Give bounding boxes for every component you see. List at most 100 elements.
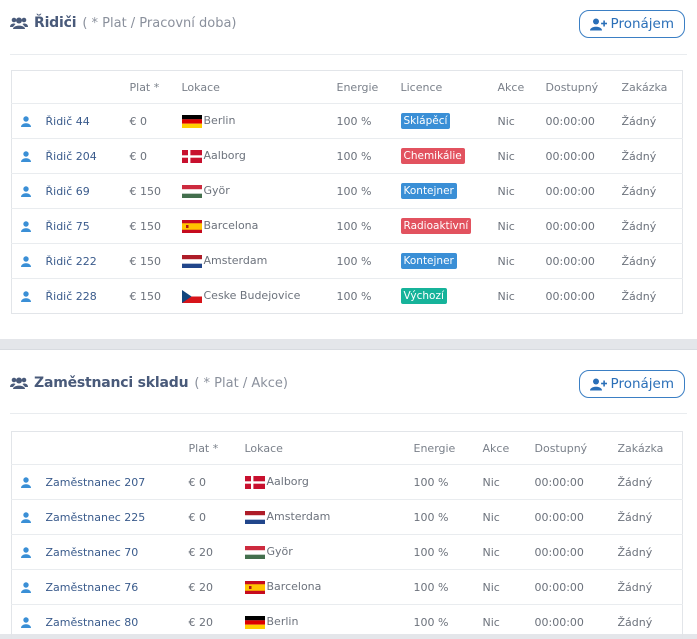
location-label: Berlin: [267, 615, 299, 628]
user-icon-cell: [12, 605, 46, 639]
de-flag-icon: [245, 616, 265, 629]
available-cell: 00:00:00: [535, 535, 618, 570]
de-flag-icon: [182, 115, 202, 128]
salary-cell: € 20: [189, 570, 245, 605]
employee-name-link[interactable]: Zaměstnanec 76: [46, 570, 189, 605]
user-icon: [21, 186, 31, 197]
energy-cell: 100 %: [337, 104, 401, 139]
employee-name-link[interactable]: Zaměstnanec 80: [46, 605, 189, 639]
hire-label: Pronájem: [611, 376, 674, 392]
table-row: Řidič 44€ 0Berlin100 %SklápěcíNic00:00:0…: [12, 104, 683, 139]
user-icon: [21, 582, 31, 593]
divider: [10, 54, 687, 55]
license-badge: Radioaktivní: [401, 218, 472, 234]
warehouse-header: Zaměstnanci skladu ( * Plat / Akce): [10, 371, 288, 395]
col-icon: [12, 71, 46, 104]
users-icon: [10, 16, 28, 30]
available-cell: 00:00:00: [546, 279, 622, 314]
salary-cell: € 0: [130, 104, 182, 139]
energy-cell: 100 %: [337, 174, 401, 209]
order-cell: Žádný: [622, 209, 683, 244]
hu-flag-icon: [182, 185, 202, 198]
table-row: Zaměstnanec 76€ 20 Barcelona 100 %Nic00:00…: [12, 570, 683, 605]
action-cell: Nic: [483, 500, 535, 535]
hire-warehouse-button[interactable]: Pronájem: [579, 370, 685, 398]
col-salary: Plat *: [189, 432, 245, 465]
drivers-header: Řidiči ( * Plat / Pracovní doba): [10, 11, 237, 35]
col-energy: Energie: [414, 432, 483, 465]
table-row: Řidič 228€ 150Ceske Budejovice100 %Výcho…: [12, 279, 683, 314]
location-label: Barcelona: [267, 580, 322, 593]
user-icon-cell: [12, 244, 46, 279]
table-header-row: Plat * Lokace Energie Licence Akce Dostu…: [12, 71, 683, 104]
employee-name-link[interactable]: Zaměstnanec 70: [46, 535, 189, 570]
user-icon: [21, 256, 31, 267]
user-icon-cell: [12, 500, 46, 535]
user-icon: [21, 547, 31, 558]
hu-flag-icon: [245, 546, 265, 559]
col-location: Lokace: [182, 71, 337, 104]
energy-cell: 100 %: [414, 465, 483, 500]
drivers-panel: Řidiči ( * Plat / Pracovní doba) Pronáje…: [0, 0, 697, 339]
location-cell: Aalborg: [245, 465, 414, 500]
salary-cell: € 0: [130, 139, 182, 174]
location-cell: Barcelona: [182, 209, 337, 244]
user-icon-cell: [12, 279, 46, 314]
user-icon: [21, 116, 31, 127]
user-icon-cell: [12, 570, 46, 605]
license-cell: Kontejner: [401, 174, 498, 209]
dk-flag-icon: [182, 150, 202, 163]
energy-cell: 100 %: [414, 605, 483, 639]
energy-cell: 100 %: [337, 244, 401, 279]
available-cell: 00:00:00: [546, 244, 622, 279]
license-badge: Kontejner: [401, 253, 457, 269]
energy-cell: 100 %: [337, 139, 401, 174]
order-cell: Žádný: [622, 104, 683, 139]
available-cell: 00:00:00: [535, 500, 618, 535]
employee-name-link[interactable]: Zaměstnanec 207: [46, 465, 189, 500]
energy-cell: 100 %: [414, 535, 483, 570]
user-icon-cell: [12, 174, 46, 209]
action-cell: Nic: [498, 279, 546, 314]
table-row: Řidič 222€ 150Amsterdam100 %KontejnerNic…: [12, 244, 683, 279]
order-cell: Žádný: [618, 605, 683, 639]
employee-name-link[interactable]: Řidič 228: [46, 279, 130, 314]
col-name: [46, 432, 189, 465]
employee-name-link[interactable]: Zaměstnanec 225: [46, 500, 189, 535]
location-cell: Aalborg: [182, 139, 337, 174]
salary-cell: € 20: [189, 535, 245, 570]
license-cell: Kontejner: [401, 244, 498, 279]
action-cell: Nic: [483, 570, 535, 605]
hire-drivers-button[interactable]: Pronájem: [579, 10, 685, 38]
salary-cell: € 0: [189, 465, 245, 500]
user-plus-icon: [590, 18, 607, 31]
energy-cell: 100 %: [337, 209, 401, 244]
table-row: Zaměstnanec 70€ 20Györ100 %Nic00:00:00Žá…: [12, 535, 683, 570]
order-cell: Žádný: [618, 570, 683, 605]
employee-name-link[interactable]: Řidič 44: [46, 104, 130, 139]
license-badge: Chemikálie: [401, 148, 465, 164]
table-header-row: Plat * Lokace Energie Akce Dostupný Zaká…: [12, 432, 683, 465]
employee-name-link[interactable]: Řidič 204: [46, 139, 130, 174]
license-badge: Sklápěcí: [401, 113, 451, 129]
salary-cell: € 150: [130, 244, 182, 279]
order-cell: Žádný: [622, 244, 683, 279]
energy-cell: 100 %: [414, 500, 483, 535]
nl-flag-icon: [245, 511, 265, 524]
salary-cell: € 150: [130, 209, 182, 244]
employee-name-link[interactable]: Řidič 69: [46, 174, 130, 209]
employee-name-link[interactable]: Řidič 75: [46, 209, 130, 244]
salary-cell: € 0: [189, 500, 245, 535]
user-icon: [21, 617, 31, 628]
user-icon: [21, 221, 31, 232]
user-icon: [21, 291, 31, 302]
energy-cell: 100 %: [414, 570, 483, 605]
table-row: Řidič 204€ 0Aalborg100 %ChemikálieNic00:…: [12, 139, 683, 174]
location-cell: Barcelona: [245, 570, 414, 605]
license-cell: Chemikálie: [401, 139, 498, 174]
available-cell: 00:00:00: [535, 570, 618, 605]
user-icon-cell: [12, 465, 46, 500]
employee-name-link[interactable]: Řidič 222: [46, 244, 130, 279]
order-cell: Žádný: [618, 465, 683, 500]
col-action: Akce: [498, 71, 546, 104]
